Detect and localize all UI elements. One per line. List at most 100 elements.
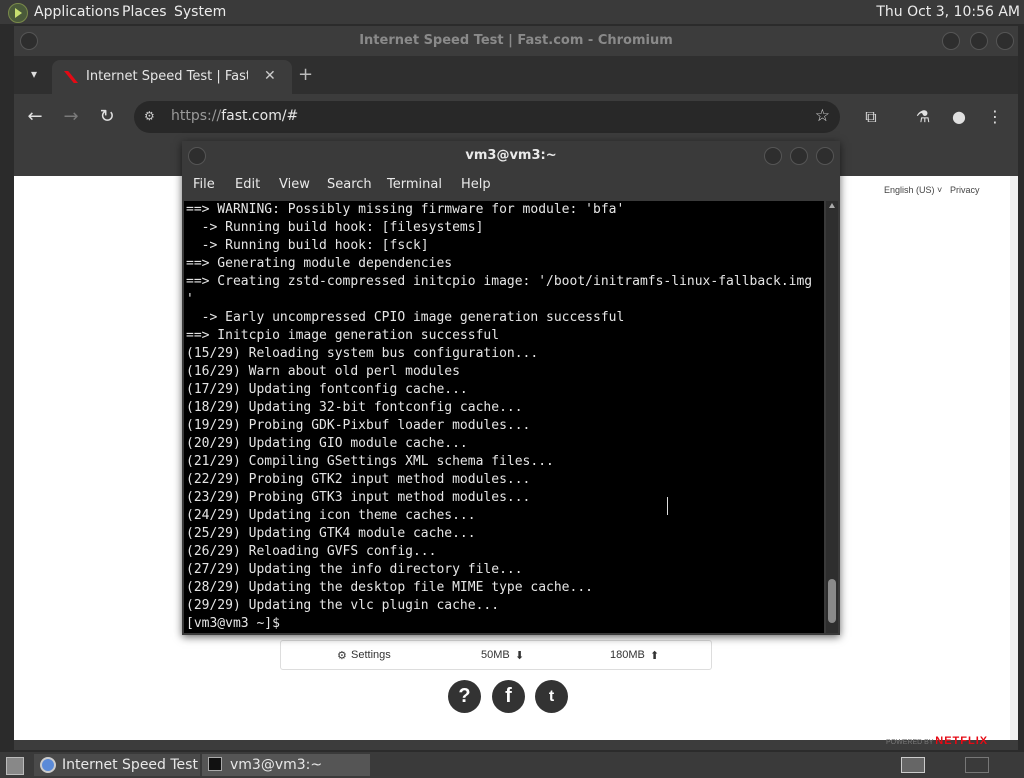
labs-flask-icon[interactable]: ⚗ [912, 106, 934, 128]
terminal-menubar: File Edit View Search Terminal Help [182, 171, 840, 199]
terminal-line: (15/29) Reloading system bus configurati… [186, 346, 539, 361]
clock[interactable]: Thu Oct 3, 10:56 AM [876, 0, 1020, 24]
terminal-title: vm3@vm3:~ [465, 148, 557, 163]
menu-edit[interactable]: Edit [235, 177, 260, 192]
help-question-icon[interactable]: ? [448, 680, 481, 713]
applications-menu[interactable]: Applications [34, 0, 120, 24]
terminal-line: -> Running build hook: [fsck] [186, 238, 429, 253]
terminal-line: (25/29) Updating GTK4 module cache... [186, 526, 476, 541]
browser-toolbar: ← → ↻ ⚙ https://fast.com/# ☆ ⧉ ⚗ ● ⋮ [14, 94, 1018, 140]
terminal-maximize-button[interactable] [790, 147, 808, 165]
powered-by-text: POWERED BY [886, 739, 934, 746]
terminal-line: ==> WARNING: Possibly missing firmware f… [186, 202, 625, 217]
bookmark-star-icon[interactable]: ☆ [815, 106, 830, 126]
maximize-button[interactable] [970, 32, 988, 50]
new-tab-plus-icon[interactable]: + [298, 64, 313, 85]
bottom-taskbar: Internet Speed Test ... vm3@vm3:~ [0, 752, 1024, 778]
workspace-2-icon [965, 757, 989, 773]
taskbar-terminal-label: vm3@vm3:~ [230, 757, 323, 773]
terminal-icon [208, 757, 222, 771]
terminal-output[interactable]: ==> WARNING: Possibly missing firmware f… [184, 201, 824, 633]
top-panel: Applications Places System Thu Oct 3, 10… [0, 0, 1024, 24]
privacy-link[interactable]: Privacy [950, 185, 980, 195]
menu-search[interactable]: Search [327, 177, 372, 192]
taskbar-item-terminal[interactable]: vm3@vm3:~ [202, 754, 370, 776]
minimize-button[interactable] [942, 32, 960, 50]
workspace-switcher-2[interactable] [962, 754, 992, 776]
terminal-line: ==> Creating zstd-compressed initcpio im… [186, 274, 813, 289]
terminal-scrollbar[interactable] [826, 201, 838, 633]
terminal-line: (21/29) Compiling GSettings XML schema f… [186, 454, 554, 469]
terminal-scroll-thumb[interactable] [828, 579, 836, 623]
terminal-line: ==> Initcpio image generation successful [186, 328, 500, 343]
terminal-line: (22/29) Probing GTK2 input method module… [186, 472, 531, 487]
powered-by-netflix[interactable]: POWERED BY NETFLIX [886, 735, 988, 747]
places-menu[interactable]: Places [122, 0, 167, 24]
taskbar-item-chromium[interactable]: Internet Speed Test ... [34, 754, 216, 776]
url-host: fast.com/# [221, 108, 299, 124]
facebook-icon[interactable]: f [492, 680, 525, 713]
terminal-line: (27/29) Updating the info directory file… [186, 562, 523, 577]
terminal-prompt: [vm3@vm3 ~]$ [186, 616, 288, 631]
reload-icon[interactable]: ↻ [96, 106, 118, 128]
taskbar-chromium-label: Internet Speed Test ... [62, 757, 216, 773]
show-desktop-icon [6, 757, 24, 775]
terminal-line: -> Early uncompressed CPIO image generat… [186, 310, 625, 325]
terminal-line: (19/29) Probing GDK-Pixbuf loader module… [186, 418, 531, 433]
terminal-line: (28/29) Updating the desktop file MIME t… [186, 580, 593, 595]
back-arrow-icon[interactable]: ← [24, 106, 46, 128]
scroll-up-arrow-icon[interactable] [829, 203, 835, 208]
terminal-line: (29/29) Updating the vlc plugin cache... [186, 598, 500, 613]
tab-title: Internet Speed Test | Fast.com [86, 69, 248, 84]
menu-terminal[interactable]: Terminal [387, 177, 442, 192]
settings-gear-icon[interactable]: ⚙ [337, 649, 347, 662]
more-menu-icon[interactable]: ⋮ [984, 106, 1006, 128]
upload-arrow-icon: ⬇ [515, 650, 525, 662]
upload-value: 50MB [481, 649, 510, 661]
download-arrow-icon: ⬆ [650, 650, 660, 662]
netflix-brand: NETFLIX [935, 735, 989, 747]
menu-help[interactable]: Help [461, 177, 491, 192]
menu-view[interactable]: View [279, 177, 310, 192]
text-cursor-icon [667, 497, 670, 515]
terminal-line: -> Running build hook: [filesystems] [186, 220, 484, 235]
close-window-button[interactable] [996, 32, 1014, 50]
url-text[interactable]: https://fast.com/# [171, 108, 298, 124]
profile-avatar-icon[interactable]: ● [948, 106, 970, 128]
tab-close-icon[interactable]: ✕ [264, 68, 276, 84]
browser-window-title: Internet Speed Test | Fast.com - Chromiu… [359, 33, 673, 48]
site-info-tune-icon[interactable]: ⚙ [144, 109, 160, 125]
forward-arrow-icon[interactable]: → [60, 106, 82, 128]
terminal-line: ' [186, 292, 194, 307]
workspace-switcher-1[interactable] [898, 754, 928, 776]
chromium-icon [40, 757, 56, 773]
settings-bar: ⚙ Settings 50MB ⬇ 180MB ⬆ [280, 640, 712, 670]
applications-logo-icon[interactable] [8, 3, 28, 23]
extensions-puzzle-icon[interactable]: ⧉ [860, 106, 882, 128]
show-desktop-button[interactable] [4, 754, 26, 776]
address-bar[interactable]: ⚙ https://fast.com/# ☆ [134, 101, 840, 133]
terminal-line: (26/29) Reloading GVFS config... [186, 544, 437, 559]
terminal-line: (24/29) Updating icon theme caches... [186, 508, 476, 523]
download-value: 180MB [610, 649, 645, 661]
tab-search-chevron-icon[interactable]: ▾ [26, 66, 42, 82]
menu-file[interactable]: File [193, 177, 215, 192]
system-menu[interactable]: System [174, 0, 226, 24]
terminal-line: (23/29) Probing GTK3 input method module… [186, 490, 531, 505]
terminal-line: ==> Generating module dependencies [186, 256, 453, 271]
terminal-close-button[interactable] [816, 147, 834, 165]
url-scheme: https:// [171, 108, 222, 124]
terminal-minimize-button[interactable] [764, 147, 782, 165]
terminal-line: (18/29) Updating 32-bit fontconfig cache… [186, 400, 523, 415]
settings-link[interactable]: Settings [351, 649, 391, 661]
language-selector[interactable]: English (US) ˅ [884, 185, 942, 195]
terminal-line: (17/29) Updating fontconfig cache... [186, 382, 468, 397]
twitter-icon[interactable]: t [535, 680, 568, 713]
terminal-window: vm3@vm3:~ File Edit View Search Terminal… [182, 141, 840, 635]
terminal-line: (20/29) Updating GIO module cache... [186, 436, 468, 451]
page-scrollbar[interactable] [1010, 176, 1018, 740]
window-menu-button[interactable] [20, 32, 38, 50]
terminal-text: ==> WARNING: Possibly missing firmware f… [184, 201, 824, 633]
workspace-1-icon [901, 757, 925, 773]
tab-fast-com[interactable]: Internet Speed Test | Fast.com ✕ [52, 60, 292, 94]
